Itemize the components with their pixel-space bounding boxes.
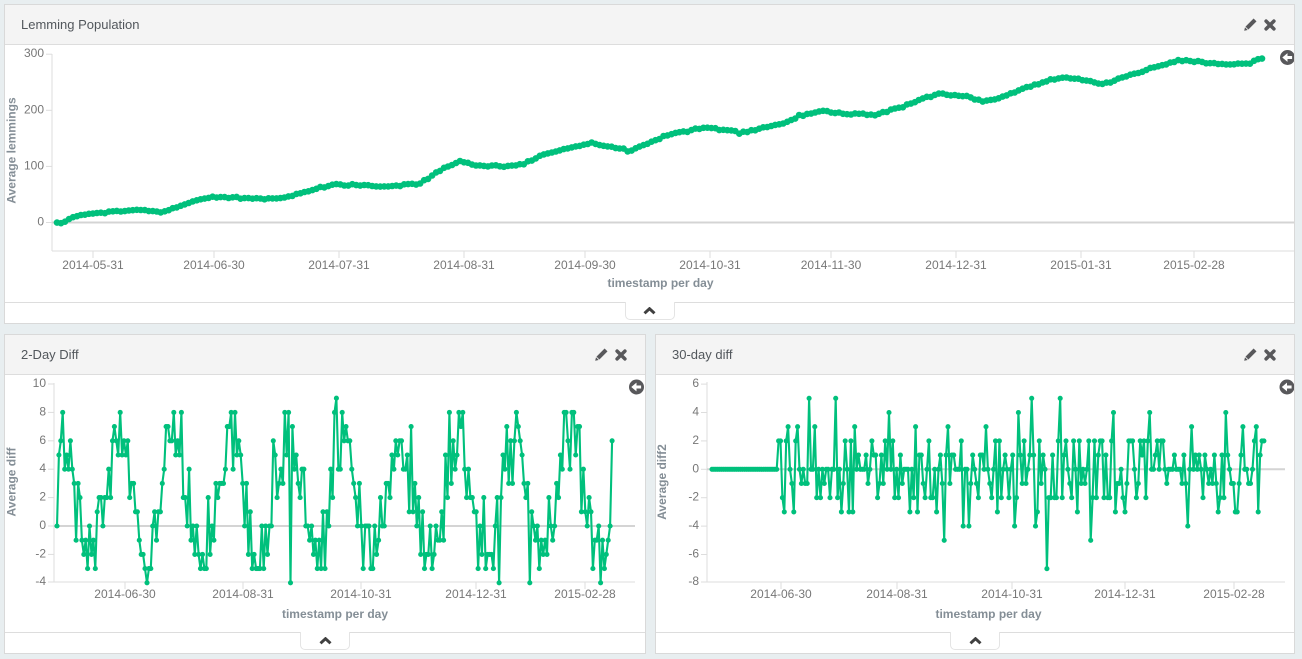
svg-text:0: 0 [39,518,46,532]
svg-text:2015-02-28: 2015-02-28 [554,587,616,601]
svg-text:-4: -4 [688,518,699,532]
svg-text:-6: -6 [688,547,699,561]
svg-text:0: 0 [37,215,44,229]
svg-text:2014-08-31: 2014-08-31 [212,587,274,601]
svg-text:6: 6 [692,376,699,390]
svg-text:2014-09-30: 2014-09-30 [554,258,616,272]
svg-text:4: 4 [692,405,699,419]
svg-text:timestamp per day: timestamp per day [282,607,388,621]
svg-text:-2: -2 [688,490,699,504]
svg-text:10: 10 [33,376,47,390]
svg-text:4: 4 [39,461,46,475]
svg-text:2014-07-31: 2014-07-31 [308,258,370,272]
svg-text:0: 0 [692,461,699,475]
svg-text:2015-02-28: 2015-02-28 [1203,587,1265,601]
svg-text:100: 100 [24,158,44,172]
svg-text:2015-02-28: 2015-02-28 [1163,258,1225,272]
svg-text:6: 6 [39,433,46,447]
svg-text:timestamp per day: timestamp per day [607,276,713,290]
svg-text:8: 8 [39,404,46,418]
svg-text:2014-06-30: 2014-06-30 [183,258,245,272]
svg-text:2014-10-31: 2014-10-31 [679,258,741,272]
svg-text:300: 300 [24,46,44,60]
svg-text:2014-12-31: 2014-12-31 [445,587,507,601]
svg-text:2014-06-30: 2014-06-30 [94,587,156,601]
svg-text:2014-12-31: 2014-12-31 [925,258,987,272]
svg-text:2014-10-31: 2014-10-31 [330,587,392,601]
svg-text:2014-06-30: 2014-06-30 [750,587,812,601]
svg-text:2014-08-31: 2014-08-31 [433,258,495,272]
svg-text:Average lemmings: Average lemmings [5,97,19,204]
svg-text:2: 2 [39,490,46,504]
svg-text:2014-08-31: 2014-08-31 [866,587,928,601]
svg-text:200: 200 [24,102,44,116]
svg-text:2014-10-31: 2014-10-31 [981,587,1043,601]
svg-text:2014-05-31: 2014-05-31 [62,258,124,272]
svg-text:Average diff: Average diff [5,447,19,517]
svg-text:-2: -2 [35,546,46,560]
svg-text:-8: -8 [688,574,699,588]
svg-text:Average diff2: Average diff2 [656,444,669,520]
svg-text:2014-12-31: 2014-12-31 [1094,587,1156,601]
svg-text:2014-11-30: 2014-11-30 [801,258,862,272]
svg-text:-4: -4 [35,574,46,588]
svg-text:timestamp per day: timestamp per day [935,607,1041,621]
svg-text:2015-01-31: 2015-01-31 [1050,258,1112,272]
svg-text:2: 2 [692,433,699,447]
